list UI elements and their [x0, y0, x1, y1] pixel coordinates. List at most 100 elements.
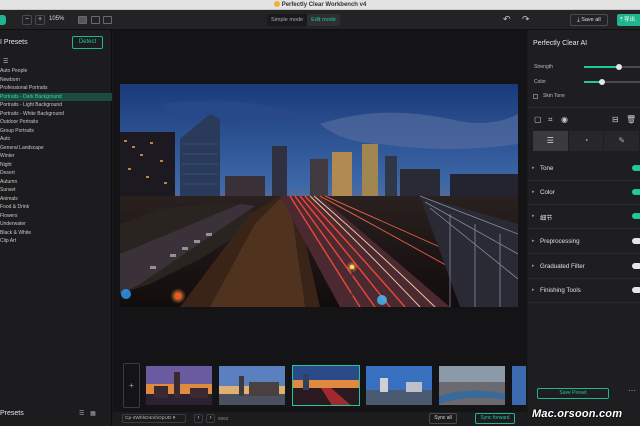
thumbnail-westminster-skyline[interactable]: [218, 365, 286, 406]
preset-item[interactable]: Auto: [0, 135, 112, 144]
zoom-level: 105%: [49, 16, 65, 22]
section-details[interactable]: ▸ 细节: [528, 205, 640, 229]
color-label: Color: [534, 79, 546, 85]
zoom-in-button[interactable]: +: [35, 15, 45, 25]
preset-item[interactable]: Animals: [0, 195, 112, 204]
section-preprocessing[interactable]: ▸ Preprocessing: [528, 230, 640, 254]
section-label: 细节: [540, 215, 553, 222]
app-logo-icon: [0, 15, 6, 25]
preset-item[interactable]: Black & White: [0, 229, 112, 238]
section-graduated-filter[interactable]: ▸ Graduated Filter: [528, 255, 640, 279]
tab-adjustments-icon[interactable]: ☰: [533, 131, 569, 151]
strength-knob[interactable]: [616, 64, 623, 70]
crop-icon[interactable]: ⌗: [548, 115, 553, 125]
preset-item[interactable]: Clip Art: [0, 237, 112, 246]
bottom-bar: Cp-4WhhD4mhOpUD ▾ ‹ › 6883 Sync all Sync…: [113, 412, 527, 426]
preset-item[interactable]: Winter: [0, 152, 112, 161]
list-icon[interactable]: ☰: [79, 411, 84, 417]
preset-item[interactable]: Auto People: [0, 67, 112, 76]
section-color[interactable]: ▸ Color: [528, 181, 640, 205]
preset-item[interactable]: Portraits - Dark Background: [0, 92, 112, 101]
preset-item[interactable]: Underwater: [0, 220, 112, 229]
retouch-icon[interactable]: ◉: [561, 115, 568, 124]
preset-item[interactable]: Outdoor Portraits: [0, 118, 112, 127]
preset-item[interactable]: Portraits - Light Background: [0, 101, 112, 110]
preset-item[interactable]: Autumn: [0, 178, 112, 187]
strength-slider[interactable]: [584, 64, 640, 70]
redo-icon[interactable]: ↷: [522, 14, 530, 25]
save-all-button[interactable]: ⤓ Save all: [570, 14, 608, 26]
list-view-icon[interactable]: ☰: [3, 58, 8, 65]
thumbnail-city-night-traffic[interactable]: [292, 365, 360, 406]
preprocessing-toggle[interactable]: [632, 238, 640, 244]
grid-icon[interactable]: ▦: [90, 411, 96, 417]
single-view-icon[interactable]: [78, 16, 87, 24]
section-label: Finishing Tools: [540, 287, 581, 294]
preset-item[interactable]: Group Portraits: [0, 127, 112, 136]
chevron-right-icon: ▸: [532, 287, 535, 293]
save-preset-button[interactable]: Save Preset: [537, 388, 609, 399]
chevron-right-icon: ▸: [532, 213, 535, 219]
sync-forward-button[interactable]: Sync forward: [475, 413, 515, 424]
main-photo[interactable]: [120, 84, 518, 307]
finishing-tools-toggle[interactable]: [632, 287, 640, 293]
preset-item[interactable]: Newborn: [0, 76, 112, 85]
preset-item[interactable]: Night: [0, 161, 112, 170]
preset-item[interactable]: Portraits - White Background: [0, 110, 112, 119]
presets-bottom-title: Presets: [0, 410, 24, 417]
preset-item[interactable]: Desert: [0, 169, 112, 178]
side-by-side-view-icon[interactable]: [103, 16, 112, 24]
file-name: Cp-4WhhD4mhOpUD: [125, 416, 172, 421]
thumbnail-london-blue-sky[interactable]: [365, 365, 433, 406]
next-image-button[interactable]: ›: [206, 414, 215, 423]
window-title-text: Perfectly Clear Workbench v4: [281, 2, 367, 8]
tab-effects-icon[interactable]: ◔: [568, 131, 605, 151]
mode-switch: Simple mode Edit mode: [267, 14, 340, 26]
preset-item[interactable]: Professional Portraits: [0, 84, 112, 93]
crop-frame-icon[interactable]: ▢: [534, 115, 542, 124]
thumbnail-big-ben-sunset[interactable]: [145, 365, 213, 406]
preset-item[interactable]: Flowers: [0, 212, 112, 221]
thumbnail-aerial-city[interactable]: [438, 365, 506, 406]
thumbnail-image: [439, 366, 505, 405]
toolbar: − + 105% Simple mode Edit mode ↶ ↷ ⤓ Sav…: [0, 10, 640, 30]
thumbnail-image: [146, 366, 212, 405]
chevron-right-icon: ▸: [532, 238, 535, 244]
edit-mode-button[interactable]: Edit mode: [307, 14, 340, 26]
split-view-icon[interactable]: [91, 16, 100, 24]
color-knob[interactable]: [598, 79, 605, 85]
tone-toggle[interactable]: [632, 165, 640, 171]
thumbnail-image: [366, 366, 432, 405]
zoom-out-button[interactable]: −: [22, 15, 32, 25]
city-night-photo: [120, 84, 518, 307]
section-label: Color: [540, 189, 555, 196]
trash-icon[interactable]: 🗑: [626, 115, 636, 124]
section-label: Preprocessing: [540, 238, 580, 245]
color-slider[interactable]: [584, 79, 640, 85]
preset-item[interactable]: Food & Drink: [0, 203, 112, 212]
tab-finishing-icon[interactable]: ✎: [604, 131, 640, 151]
section-label: Tone: [540, 165, 554, 172]
thumbnail-partial[interactable]: [511, 365, 527, 406]
thumbnail-image: [293, 366, 359, 405]
add-image-button[interactable]: +: [123, 363, 140, 408]
strength-label: Strength: [534, 64, 553, 70]
chevron-right-icon: ▸: [532, 165, 535, 171]
section-finishing-tools[interactable]: ▸ Finishing Tools: [528, 279, 640, 303]
details-toggle[interactable]: [632, 213, 640, 219]
sync-all-button[interactable]: Sync all: [429, 413, 457, 424]
compare-icon[interactable]: ⊟: [612, 115, 619, 124]
detect-button[interactable]: Detect: [72, 36, 103, 49]
simple-mode-button[interactable]: Simple mode: [267, 14, 307, 26]
color-toggle[interactable]: [632, 189, 640, 195]
skin-tone-checkbox[interactable]: [533, 94, 538, 99]
preset-item[interactable]: Sunset: [0, 186, 112, 195]
graduated-filter-toggle[interactable]: [632, 263, 640, 269]
export-button[interactable]: ⤒ 导出: [617, 14, 640, 26]
file-name-select[interactable]: Cp-4WhhD4mhOpUD ▾: [122, 414, 186, 423]
preset-item[interactable]: General Landscape: [0, 144, 112, 153]
undo-icon[interactable]: ↶: [503, 14, 511, 25]
more-options-icon[interactable]: ⋯: [628, 386, 636, 395]
section-tone[interactable]: ▸ Tone: [528, 157, 640, 181]
previous-image-button[interactable]: ‹: [194, 414, 203, 423]
